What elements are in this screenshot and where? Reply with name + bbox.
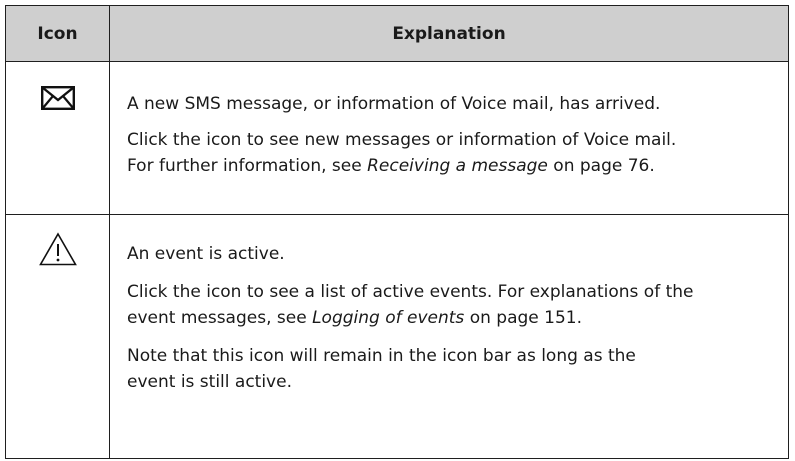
- explanation-text: on page 151.: [464, 308, 582, 328]
- explanation-cell: A new SMS message, or information of Voi…: [109, 61, 789, 215]
- explanation-text: event is still active.: [127, 372, 292, 392]
- header-row: Icon Explanation: [5, 5, 789, 62]
- icon-cell: [5, 61, 110, 215]
- explanation-paragraph: Click the icon to see a list of active e…: [127, 279, 774, 331]
- explanation-text: Click the icon to see a list of active e…: [127, 282, 694, 302]
- explanation-text: Note that this icon will remain in the i…: [127, 346, 636, 366]
- table-header: Icon Explanation: [5, 5, 789, 62]
- explanation-text: Click the icon to see new messages or in…: [127, 130, 677, 150]
- cross-reference-link[interactable]: Logging of events: [312, 308, 464, 328]
- explanation-text: event messages, see: [127, 308, 313, 328]
- explanation-paragraph: An event is active.: [127, 244, 285, 264]
- explanation-paragraph: A new SMS message, or information of Voi…: [127, 94, 661, 114]
- explanation-cell: An event is active. Click the icon to se…: [109, 214, 789, 459]
- envelope-icon: [40, 86, 75, 114]
- explanation-paragraph: Note that this icon will remain in the i…: [127, 343, 774, 395]
- explanation-text: For further information, see: [127, 156, 368, 176]
- cross-reference-link[interactable]: Receiving a message: [367, 156, 548, 176]
- explanation-text: on page 76.: [547, 156, 655, 176]
- icon-cell: [5, 214, 110, 459]
- explanation-paragraph: Click the icon to see new messages or in…: [127, 127, 774, 179]
- header-icon: Icon: [5, 5, 110, 62]
- warning-triangle-icon: [38, 232, 77, 270]
- icon-explanation-table: Icon Explanation A new SMS message, or i…: [5, 5, 789, 459]
- table-row: A new SMS message, or information of Voi…: [5, 61, 789, 215]
- table-row: An event is active. Click the icon to se…: [5, 214, 789, 459]
- header-explanation: Explanation: [109, 5, 789, 62]
